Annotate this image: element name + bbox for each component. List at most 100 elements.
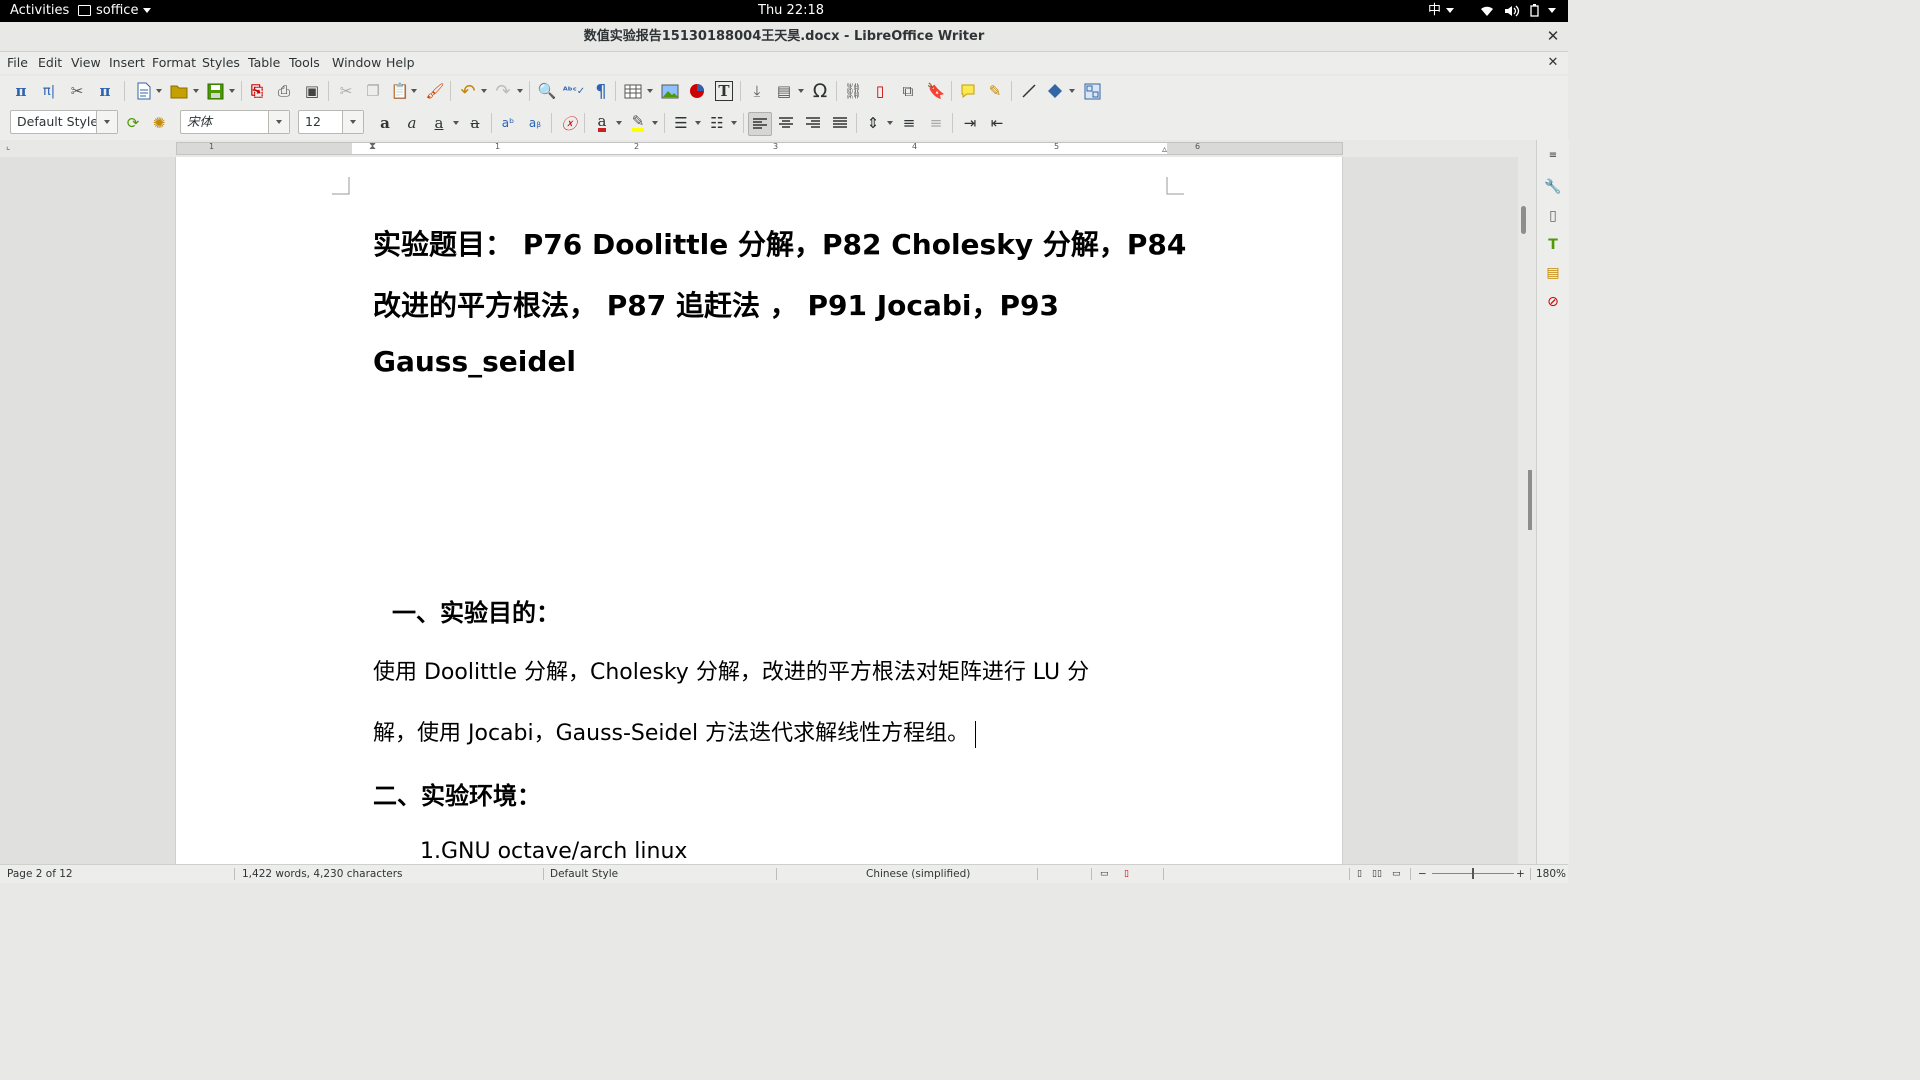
special-character-icon[interactable]: Ω <box>809 80 831 102</box>
draw-functions-icon[interactable] <box>1081 80 1103 102</box>
properties-wrench-icon[interactable]: 🔧 <box>1542 176 1564 198</box>
insert-page-break-icon[interactable]: ⤓ <box>746 80 768 102</box>
clear-formatting-icon[interactable]: ⓧ <box>558 112 580 134</box>
numbered-list-dropdown-icon[interactable] <box>730 112 738 134</box>
close-document-button[interactable]: ✕ <box>1544 54 1562 72</box>
increase-indent-icon[interactable]: ⇥ <box>959 112 981 134</box>
horizontal-ruler[interactable]: 1 1 2 3 4 5 6 ⧗ ▵ <box>176 141 1343 155</box>
page-indicator[interactable]: Page 2 of 12 <box>7 865 73 883</box>
page-icon[interactable]: ▯ <box>1542 205 1564 227</box>
redo-icon[interactable]: ↷ <box>492 80 514 102</box>
vertical-scrollbar[interactable] <box>1518 140 1532 864</box>
subscript-icon[interactable]: aᵦ <box>524 112 546 134</box>
align-center-icon[interactable] <box>775 112 797 134</box>
menu-styles[interactable]: Styles <box>202 52 240 74</box>
find-replace-icon[interactable]: 🔍 <box>536 80 558 102</box>
right-indent-marker-icon[interactable]: ▵ <box>1162 144 1167 155</box>
styles-icon[interactable]: T <box>1542 234 1564 256</box>
language-indicator[interactable]: Chinese (simplified) <box>866 865 970 883</box>
open-dropdown-icon[interactable] <box>192 80 200 102</box>
paste-dropdown-icon[interactable] <box>410 80 418 102</box>
spelling-icon[interactable]: ᴬᵇᶜ✓ <box>563 80 585 102</box>
insert-field-icon[interactable]: ▤ <box>773 80 795 102</box>
page-style-indicator[interactable]: Default Style <box>550 865 618 883</box>
undo-dropdown-icon[interactable] <box>480 80 488 102</box>
basic-shapes-dropdown-icon[interactable] <box>1068 80 1076 102</box>
zoom-in-button[interactable]: + <box>1516 865 1525 883</box>
new-document-dropdown-icon[interactable] <box>155 80 163 102</box>
left-indent-marker-icon[interactable]: ⧗ <box>369 141 376 152</box>
system-status-menu[interactable] <box>1480 0 1557 22</box>
paragraph-style-combo[interactable]: Default Style <box>10 110 118 134</box>
highlight-dropdown-icon[interactable] <box>651 112 659 134</box>
line-spacing-dropdown-icon[interactable] <box>886 112 894 134</box>
print-icon[interactable]: ⎙ <box>273 80 295 102</box>
formula-inline-icon[interactable]: π| <box>38 80 60 102</box>
selection-mode-icon[interactable]: ▭ <box>1100 865 1109 883</box>
multi-page-view-icon[interactable]: ▯▯ <box>1372 865 1382 883</box>
export-pdf-icon[interactable]: ⎘ <box>246 80 268 102</box>
tab-stop-selector[interactable]: ⌞ <box>6 142 10 152</box>
footnote-icon[interactable]: ▯ <box>869 80 891 102</box>
cut-icon[interactable]: ✂ <box>335 80 357 102</box>
font-name-combo[interactable]: 宋体 <box>180 110 290 134</box>
print-preview-icon[interactable]: ▣ <box>301 80 323 102</box>
document-modified-icon[interactable]: ▯ <box>1124 865 1129 883</box>
input-method-indicator[interactable]: 中 <box>1428 0 1455 22</box>
superscript-icon[interactable]: aᵇ <box>497 112 519 134</box>
sidebar-collapse-handle[interactable] <box>1528 470 1532 530</box>
comment-icon[interactable] <box>957 80 979 102</box>
zoom-slider-handle[interactable] <box>1472 868 1474 879</box>
formula-settings-icon[interactable]: π <box>94 80 116 102</box>
numbered-list-icon[interactable]: ☷ <box>706 112 728 134</box>
increase-paragraph-spacing-icon[interactable]: ≡ <box>898 112 920 134</box>
new-document-icon[interactable] <box>133 80 155 102</box>
menu-file[interactable]: File <box>7 52 28 74</box>
strikethrough-icon[interactable]: a <box>464 112 486 134</box>
chevron-down-icon[interactable] <box>96 111 117 133</box>
menu-table[interactable]: Table <box>248 52 280 74</box>
formula-icon[interactable]: π <box>10 80 32 102</box>
bold-icon[interactable]: a <box>374 112 396 134</box>
font-color-icon[interactable]: a <box>591 112 613 134</box>
save-icon[interactable] <box>204 80 226 102</box>
insert-table-dropdown-icon[interactable] <box>646 80 654 102</box>
menu-window[interactable]: Window <box>332 52 381 74</box>
underline-dropdown-icon[interactable] <box>452 112 460 134</box>
save-dropdown-icon[interactable] <box>228 80 236 102</box>
activities-button[interactable]: Activities <box>10 0 69 22</box>
align-left-icon[interactable] <box>748 112 772 136</box>
align-right-icon[interactable] <box>802 112 824 134</box>
insert-table-icon[interactable] <box>622 80 644 102</box>
underline-icon[interactable]: a <box>428 112 450 134</box>
chevron-down-icon[interactable] <box>342 111 363 133</box>
font-color-dropdown-icon[interactable] <box>615 112 623 134</box>
menu-format[interactable]: Format <box>152 52 196 74</box>
italic-icon[interactable]: a <box>401 112 423 134</box>
bullet-list-icon[interactable]: ☰ <box>670 112 692 134</box>
app-menu[interactable]: soffice <box>78 0 152 22</box>
insert-textbox-icon[interactable]: T <box>713 80 735 102</box>
menu-tools[interactable]: Tools <box>289 52 320 74</box>
scrollbar-thumb[interactable] <box>1521 206 1526 234</box>
cross-reference-icon[interactable]: ⧉ <box>897 80 919 102</box>
decrease-indent-icon[interactable]: ⇤ <box>986 112 1008 134</box>
document-page[interactable]: 实验题目： P76 Doolittle 分解，P82 Cholesky 分解，P… <box>175 157 1343 864</box>
bookmark-icon[interactable]: 🔖 <box>925 80 947 102</box>
word-count[interactable]: 1,422 words, 4,230 characters <box>242 865 403 883</box>
hyperlink-icon[interactable]: ⛓ <box>842 80 864 102</box>
navigator-icon[interactable]: ⊘ <box>1542 291 1564 313</box>
sidebar-menu-icon[interactable]: ≡ <box>1542 144 1564 166</box>
bullet-list-dropdown-icon[interactable] <box>694 112 702 134</box>
paste-icon[interactable]: 📋 <box>389 80 411 102</box>
track-changes-icon[interactable]: ✎ <box>984 80 1006 102</box>
book-view-icon[interactable]: ▭ <box>1392 865 1401 883</box>
font-size-combo[interactable]: 12 <box>298 110 364 134</box>
zoom-level[interactable]: 180% <box>1536 865 1566 883</box>
single-page-view-icon[interactable]: ▯ <box>1357 865 1362 883</box>
insert-field-dropdown-icon[interactable] <box>797 80 805 102</box>
insert-image-icon[interactable] <box>659 80 681 102</box>
new-style-icon[interactable]: ✺ <box>148 112 170 134</box>
line-spacing-icon[interactable]: ⇕ <box>862 112 884 134</box>
menu-insert[interactable]: Insert <box>109 52 145 74</box>
